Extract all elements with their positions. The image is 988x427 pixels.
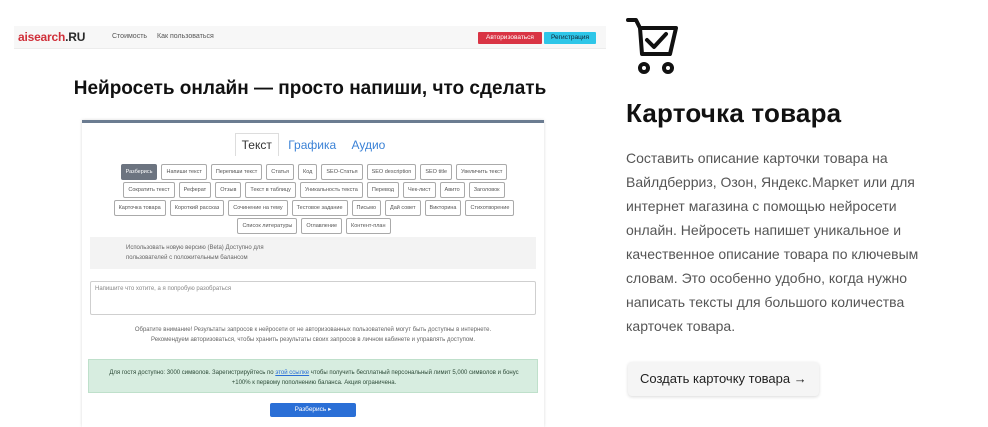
preset-chip[interactable]: SEO description	[366, 164, 417, 180]
preset-chip[interactable]: Перевод	[366, 182, 400, 198]
nav-links: Стоимость Как пользоваться	[112, 33, 222, 40]
preset-chip[interactable]: Отзыв	[215, 182, 242, 198]
feature-title: Карточка товара	[626, 98, 842, 128]
create-card-button[interactable]: Создать карточку товара →	[628, 362, 819, 396]
tool-card: Текст Графика Аудио Разберись Напиши текс…	[82, 120, 544, 427]
preset-chip[interactable]: Контент-план	[346, 218, 391, 234]
site-logo[interactable]: aisearch.RU	[18, 30, 85, 44]
shopping-cart-check-icon	[626, 18, 678, 74]
nav-link-pricing[interactable]: Стоимость	[112, 33, 147, 40]
preset-chip[interactable]: Письмо	[351, 200, 382, 216]
tab-text[interactable]: Текст	[234, 133, 279, 156]
tab-audio[interactable]: Аудио	[345, 134, 391, 156]
feature-section: Карточка товара Составить описание карто…	[626, 0, 966, 424]
preset-chips: Разберись Напиши текст Перепиши текст Стать…	[94, 163, 534, 235]
preset-chip[interactable]: Стихотворение	[465, 200, 515, 216]
prompt-textarea[interactable]: Напишите что хотите, а я попробую разобр…	[90, 281, 536, 315]
preset-chip[interactable]: Список литературы	[237, 218, 298, 234]
preset-chip[interactable]: Сочинение на тему	[228, 200, 288, 216]
privacy-warning: Обратите внимание! Результаты запросов к…	[134, 327, 492, 343]
nav-link-howto[interactable]: Как пользоваться	[157, 33, 214, 40]
preset-chip[interactable]: Текст в таблицу	[245, 182, 296, 198]
preset-chip[interactable]: SEO-Статья	[321, 164, 363, 180]
preset-chip[interactable]: Реферат	[178, 182, 212, 198]
preset-chip[interactable]: Заголовок	[468, 182, 505, 198]
login-button[interactable]: Авторизоваться	[478, 32, 542, 44]
preset-chip[interactable]: Тестовое задание	[291, 200, 348, 216]
tab-graphics[interactable]: Графика	[282, 134, 342, 156]
preset-chip[interactable]: Авито	[439, 182, 465, 198]
preset-chip[interactable]: Викторина	[424, 200, 462, 216]
preset-chip[interactable]: Чек-лист	[403, 182, 436, 198]
preset-chip[interactable]: Карточка товара	[113, 200, 166, 216]
preset-chip[interactable]: Дай совет	[385, 200, 421, 216]
beta-info-box: Использовать новую версию (Beta) Доступн…	[90, 237, 536, 269]
register-link[interactable]: этой ссылке	[275, 370, 309, 376]
preset-chip[interactable]: Оглавление	[301, 218, 343, 234]
guest-limit-text: Для гостя доступно: 3000 символов. Зарег…	[109, 370, 519, 386]
beta-info-text: Использовать новую версию (Beta) Доступн…	[126, 245, 264, 261]
preset-chip[interactable]: Сократить текст	[123, 182, 175, 198]
preset-chip[interactable]: Короткий рассказ	[169, 200, 225, 216]
preset-chip[interactable]: Статья	[266, 164, 295, 180]
preset-chip[interactable]: Перепиши текст	[210, 164, 263, 180]
hero-title: Нейросеть онлайн — просто напиши, что сд…	[73, 78, 547, 99]
guest-limit-alert: Для гостя доступно: 3000 символов. Зарег…	[88, 359, 538, 393]
top-navbar: aisearch.RU Стоимость Как пользоваться А…	[14, 26, 606, 49]
submit-button[interactable]: Разберись ▸	[270, 403, 356, 417]
preset-chip[interactable]: Разберись	[120, 164, 158, 180]
feature-description: Составить описание карточки товара на Ва…	[626, 150, 919, 334]
preset-chip[interactable]: Уникальность текста	[299, 182, 363, 198]
preset-chip[interactable]: Увеличить текст	[456, 164, 508, 180]
register-button[interactable]: Регистрация	[544, 32, 596, 44]
preset-chip[interactable]: Напиши текст	[161, 164, 207, 180]
embedded-screenshot: aisearch.RU Стоимость Как пользоваться А…	[14, 22, 606, 427]
mode-tabs: Текст Графика Аудио	[82, 133, 544, 159]
preset-chip[interactable]: SEO title	[420, 164, 453, 180]
preset-chip[interactable]: Код	[298, 164, 318, 180]
